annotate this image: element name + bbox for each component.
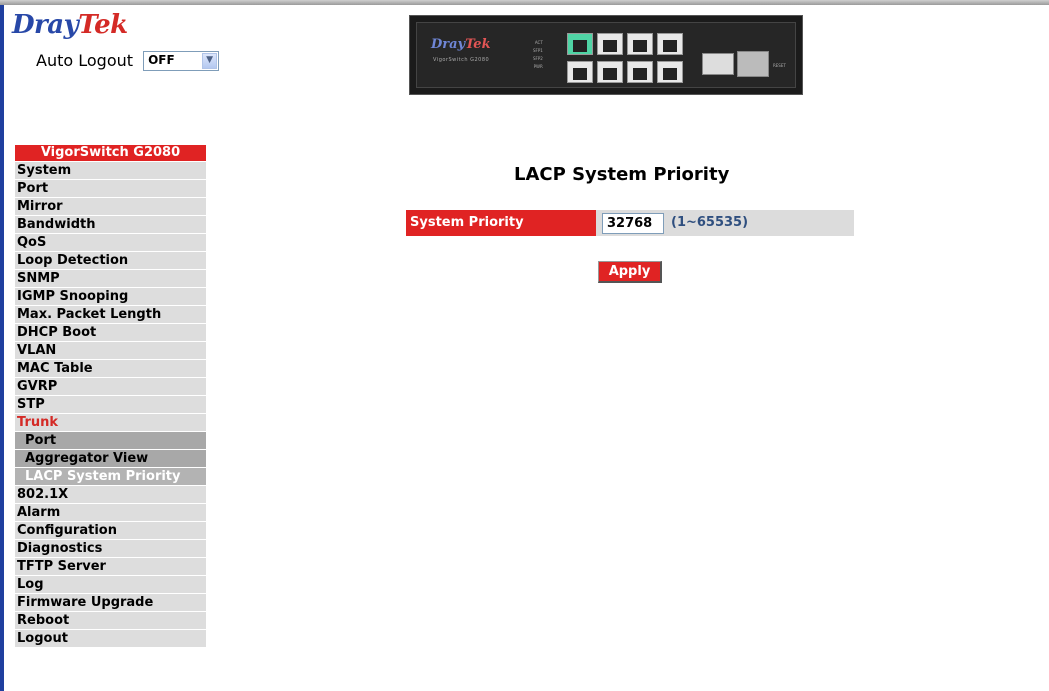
sidebar-item-firmware-upgrade[interactable]: Firmware Upgrade — [15, 594, 206, 611]
sidebar-item-qos[interactable]: QoS — [15, 234, 206, 251]
device-model: VigorSwitch G2080 — [433, 57, 490, 63]
sidebar-item-snmp[interactable]: SNMP — [15, 270, 206, 287]
device-port — [597, 33, 623, 55]
device-port — [567, 61, 593, 83]
device-led-labels: ACT SFP1 SFP2 PWR — [533, 40, 543, 69]
sidebar-item-802-1x[interactable]: 802.1X — [15, 486, 206, 503]
device-panel: DrayTek VigorSwitch G2080 ACT SFP1 SFP2 … — [416, 22, 796, 88]
sidebar-item-dhcp-boot[interactable]: DHCP Boot — [15, 324, 206, 341]
draytek-logo: DrayTek — [12, 10, 128, 40]
system-priority-row: System Priority (1~65535) — [406, 210, 854, 236]
device-sfp-port — [702, 53, 734, 75]
sidebar-item-stp[interactable]: STP — [15, 396, 206, 413]
device-port — [567, 33, 593, 55]
sidebar-item-max-packet-length[interactable]: Max. Packet Length — [15, 306, 206, 323]
chevron-down-icon[interactable]: ▼ — [202, 52, 218, 69]
sidebar-item-reboot[interactable]: Reboot — [15, 612, 206, 629]
sidebar-item-log[interactable]: Log — [15, 576, 206, 593]
sidebar-item-logout[interactable]: Logout — [15, 630, 206, 647]
auto-logout-value: OFF — [148, 52, 175, 67]
auto-logout-select[interactable]: OFF ▼ — [143, 50, 220, 71]
sidebar-item-trunk[interactable]: Trunk — [15, 414, 206, 431]
sidebar-item-port[interactable]: Port — [15, 180, 206, 197]
sidebar-item-vlan[interactable]: VLAN — [15, 342, 206, 359]
device-port — [627, 61, 653, 83]
logo-part-tek: Tek — [78, 10, 128, 40]
top-border — [0, 0, 1049, 5]
device-port — [657, 61, 683, 83]
apply-button[interactable]: Apply — [598, 261, 662, 283]
sidebar-item-bandwidth[interactable]: Bandwidth — [15, 216, 206, 233]
sidebar-item-tftp-server[interactable]: TFTP Server — [15, 558, 206, 575]
sidebar-item-alarm[interactable]: Alarm — [15, 504, 206, 521]
sidebar-item-system[interactable]: System — [15, 162, 206, 179]
sidebar-item-gvrp[interactable]: GVRP — [15, 378, 206, 395]
sidebar-item-mac-table[interactable]: MAC Table — [15, 360, 206, 377]
sidebar-subitem-lacp-system-priority[interactable]: LACP System Priority — [15, 468, 206, 485]
system-priority-range: (1~65535) — [671, 215, 749, 230]
logo-part-dray: Dray — [12, 10, 79, 40]
device-port — [627, 33, 653, 55]
left-border — [0, 5, 4, 691]
device-port — [657, 33, 683, 55]
system-priority-input[interactable] — [602, 213, 664, 234]
sidebar-item-diagnostics[interactable]: Diagnostics — [15, 540, 206, 557]
auto-logout-label: Auto Logout — [36, 51, 134, 70]
sidebar-item-loop-detection[interactable]: Loop Detection — [15, 252, 206, 269]
sidebar-header: VigorSwitch G2080 — [15, 145, 206, 161]
page-title: LACP System Priority — [514, 164, 730, 185]
device-logo: DrayTek — [431, 37, 491, 52]
device-front-panel-image: DrayTek VigorSwitch G2080 ACT SFP1 SFP2 … — [409, 15, 803, 95]
sidebar-menu: VigorSwitch G2080 System Port Mirror Ban… — [15, 145, 206, 648]
sidebar-item-mirror[interactable]: Mirror — [15, 198, 206, 215]
sidebar-item-configuration[interactable]: Configuration — [15, 522, 206, 539]
device-sfp-slot — [737, 51, 769, 77]
device-port — [597, 61, 623, 83]
system-priority-label: System Priority — [406, 210, 596, 236]
sidebar-subitem-port[interactable]: Port — [15, 432, 206, 449]
sidebar-subitem-aggregator-view[interactable]: Aggregator View — [15, 450, 206, 467]
device-reset-label: RESET — [773, 63, 786, 68]
sidebar-item-igmp-snooping[interactable]: IGMP Snooping — [15, 288, 206, 305]
auto-logout: Auto Logout OFF ▼ — [36, 50, 220, 71]
